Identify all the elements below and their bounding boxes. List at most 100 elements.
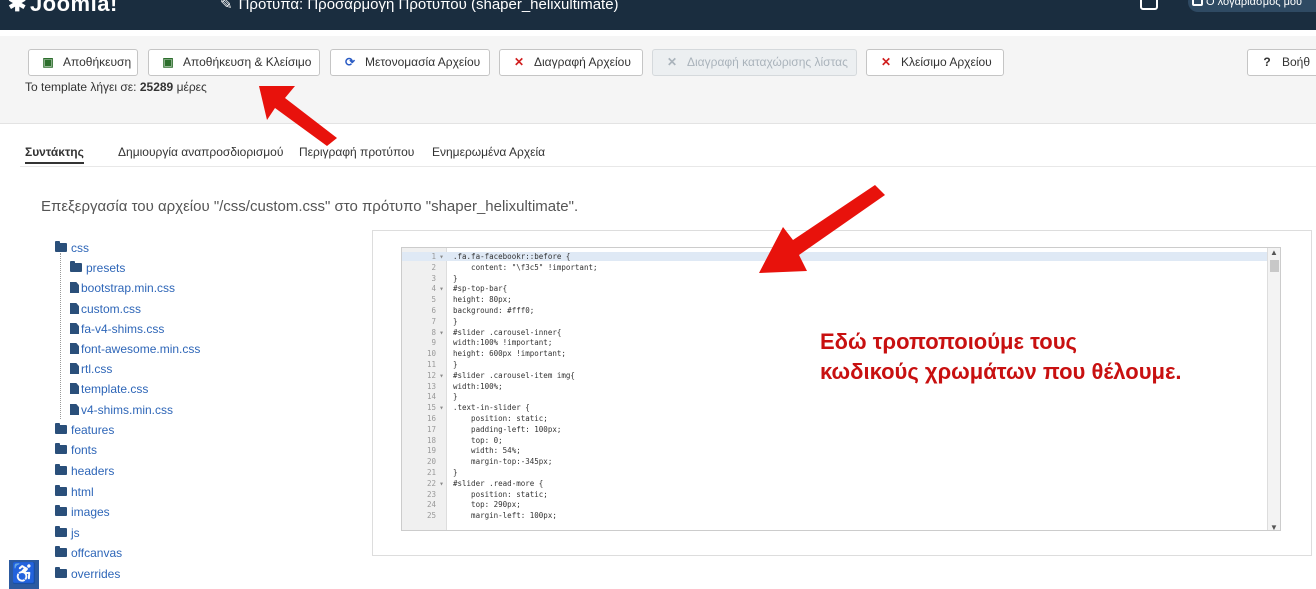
code-line[interactable]: 7} [402, 317, 1268, 326]
save-icon: ▣ [162, 55, 174, 69]
scroll-up-icon[interactable]: ▲ [1270, 248, 1278, 257]
close-icon: ✕ [513, 55, 525, 69]
code-line[interactable]: 16 position: static; [402, 414, 1268, 423]
file-icon [70, 282, 79, 293]
tree-item-label: overrides [71, 567, 121, 581]
tree-folder[interactable]: overrides [55, 567, 120, 581]
fold-toggle-icon[interactable]: ▾ [436, 479, 447, 488]
save-button[interactable]: ▣ Αποθήκευση [28, 49, 138, 76]
tree-item-label: v4-shims.min.css [81, 403, 174, 417]
tree-folder[interactable]: presets [70, 261, 125, 275]
tree-file[interactable]: fa-v4-shims.css [70, 322, 164, 336]
code-line[interactable]: 24 top: 290px; [402, 500, 1268, 509]
rename-file-button[interactable]: ⟳ Μετονομασία Αρχείου [330, 49, 490, 76]
close-file-button[interactable]: ✕ Κλείσιμο Αρχείου [866, 49, 1004, 76]
code-line[interactable]: 25 margin-left: 100px; [402, 511, 1268, 520]
file-icon [70, 323, 79, 334]
code-text: margin-top:-345px; [453, 457, 553, 467]
code-text: top: 290px; [453, 500, 521, 510]
tree-folder[interactable]: fonts [55, 443, 97, 457]
tree-folder[interactable]: offcanvas [55, 546, 122, 560]
fold-toggle-icon[interactable]: ▾ [436, 252, 447, 261]
folder-icon [70, 261, 82, 272]
red-arrow-to-save-close [259, 86, 337, 146]
code-text: content: "\f3c5" !important; [453, 262, 598, 272]
tab-editor[interactable]: Συντάκτης [25, 145, 84, 164]
user-icon[interactable] [1140, 0, 1158, 10]
code-line[interactable]: 22 ▾ #slider .read-more { [402, 479, 1268, 488]
line-number: 24 [426, 500, 436, 510]
tree-folder[interactable]: html [55, 485, 94, 499]
code-editor[interactable]: 1 ▾ .fa.fa-facebookr::before {2 content: "… [401, 247, 1281, 531]
joomla-logo[interactable]: ✱ Joomla! [8, 0, 118, 17]
code-text: position: static; [453, 489, 548, 499]
tree-file[interactable]: font-awesome.min.css [70, 342, 200, 356]
code-text: } [453, 392, 458, 402]
line-number: 11 [426, 360, 436, 369]
code-line[interactable]: 18 top: 0; [402, 436, 1268, 445]
tree-item-label: rtl.css [81, 362, 113, 376]
code-text: #slider .read-more { [453, 478, 544, 488]
line-number: 16 [426, 414, 436, 423]
fold-toggle-icon[interactable]: ▾ [436, 284, 447, 293]
delete-file-button[interactable]: ✕ Διαγραφή Αρχείου [499, 49, 643, 76]
tree-file[interactable]: v4-shims.min.css [70, 403, 173, 417]
tree-folder[interactable]: css [55, 241, 89, 255]
tree-folder[interactable]: features [55, 423, 114, 437]
folder-icon [55, 464, 67, 475]
tree-file[interactable]: bootstrap.min.css [70, 281, 175, 295]
help-button[interactable]: ? Βοήθ [1247, 49, 1316, 76]
code-text: margin-left: 100px; [453, 511, 557, 521]
scroll-thumb[interactable] [1270, 260, 1279, 272]
line-number: 22 [426, 478, 436, 488]
tab-divider [20, 166, 1316, 167]
code-line[interactable]: 4 ▾ #sp-top-bar{ [402, 284, 1268, 293]
code-line[interactable]: 15 ▾ .text-in-slider { [402, 403, 1268, 412]
code-text: .fa.fa-facebookr::before { [453, 252, 571, 261]
joomla-icon: ✱ [8, 0, 27, 16]
line-number: 14 [426, 392, 436, 402]
tree-file[interactable]: template.css [70, 382, 148, 396]
code-line[interactable]: 23 position: static; [402, 490, 1268, 499]
user-menu-button[interactable]: Ο λογαριασμός μου [1188, 0, 1316, 12]
code-line[interactable]: 19 width: 54%; [402, 446, 1268, 455]
tree-folder[interactable]: images [55, 505, 110, 519]
code-text: width:100% !important; [453, 338, 553, 348]
editing-file-title: Επεξεργασία του αρχείου "/css/custom.css… [41, 198, 579, 215]
line-number: 6 [431, 306, 436, 315]
line-number: 8 [431, 327, 436, 337]
editor-scrollbar[interactable]: ▲ ▼ [1267, 248, 1280, 530]
code-line[interactable]: 20 margin-top:-345px; [402, 457, 1268, 466]
fold-toggle-icon[interactable]: ▾ [436, 328, 447, 337]
scroll-down-icon[interactable]: ▼ [1270, 523, 1278, 530]
save-close-button[interactable]: ▣ Αποθήκευση & Κλείσιμο [148, 49, 320, 76]
tree-item-label: js [71, 526, 80, 540]
tree-folder[interactable]: headers [55, 464, 114, 478]
folder-icon [55, 567, 67, 578]
tree-item-label: headers [71, 464, 115, 478]
folder-icon [55, 443, 67, 454]
file-icon [70, 343, 79, 354]
code-line[interactable]: 17 padding-left: 100px; [402, 425, 1268, 434]
code-text: height: 600px !important; [453, 349, 566, 359]
line-number: 20 [426, 457, 436, 467]
tree-file[interactable]: rtl.css [70, 362, 112, 376]
close-icon: ✕ [880, 55, 892, 69]
folder-icon [55, 423, 67, 434]
template-expiry: Το template λήγει σε: 25289 μέρες [25, 80, 207, 94]
tree-file[interactable]: custom.css [70, 302, 141, 316]
code-text: } [453, 273, 458, 283]
line-number: 4 [431, 284, 436, 294]
code-line[interactable]: 21} [402, 468, 1268, 477]
fold-toggle-icon[interactable]: ▾ [436, 403, 447, 412]
code-line[interactable]: 6 background: #fff0; [402, 306, 1268, 315]
tree-item-label: images [71, 505, 110, 519]
fold-toggle-icon[interactable]: ▾ [436, 371, 447, 380]
line-number: 25 [426, 511, 436, 521]
tree-folder[interactable]: js [55, 526, 80, 540]
code-line[interactable]: 14} [402, 392, 1268, 401]
code-line[interactable]: 5 height: 80px; [402, 295, 1268, 304]
tab-updated-files[interactable]: Ενημερωμένα Αρχεία [432, 145, 545, 159]
accessibility-icon[interactable]: ♿ [9, 560, 39, 589]
delete-list-entry-button[interactable]: ✕ Διαγραφή καταχώρισης λίστας [652, 49, 857, 76]
